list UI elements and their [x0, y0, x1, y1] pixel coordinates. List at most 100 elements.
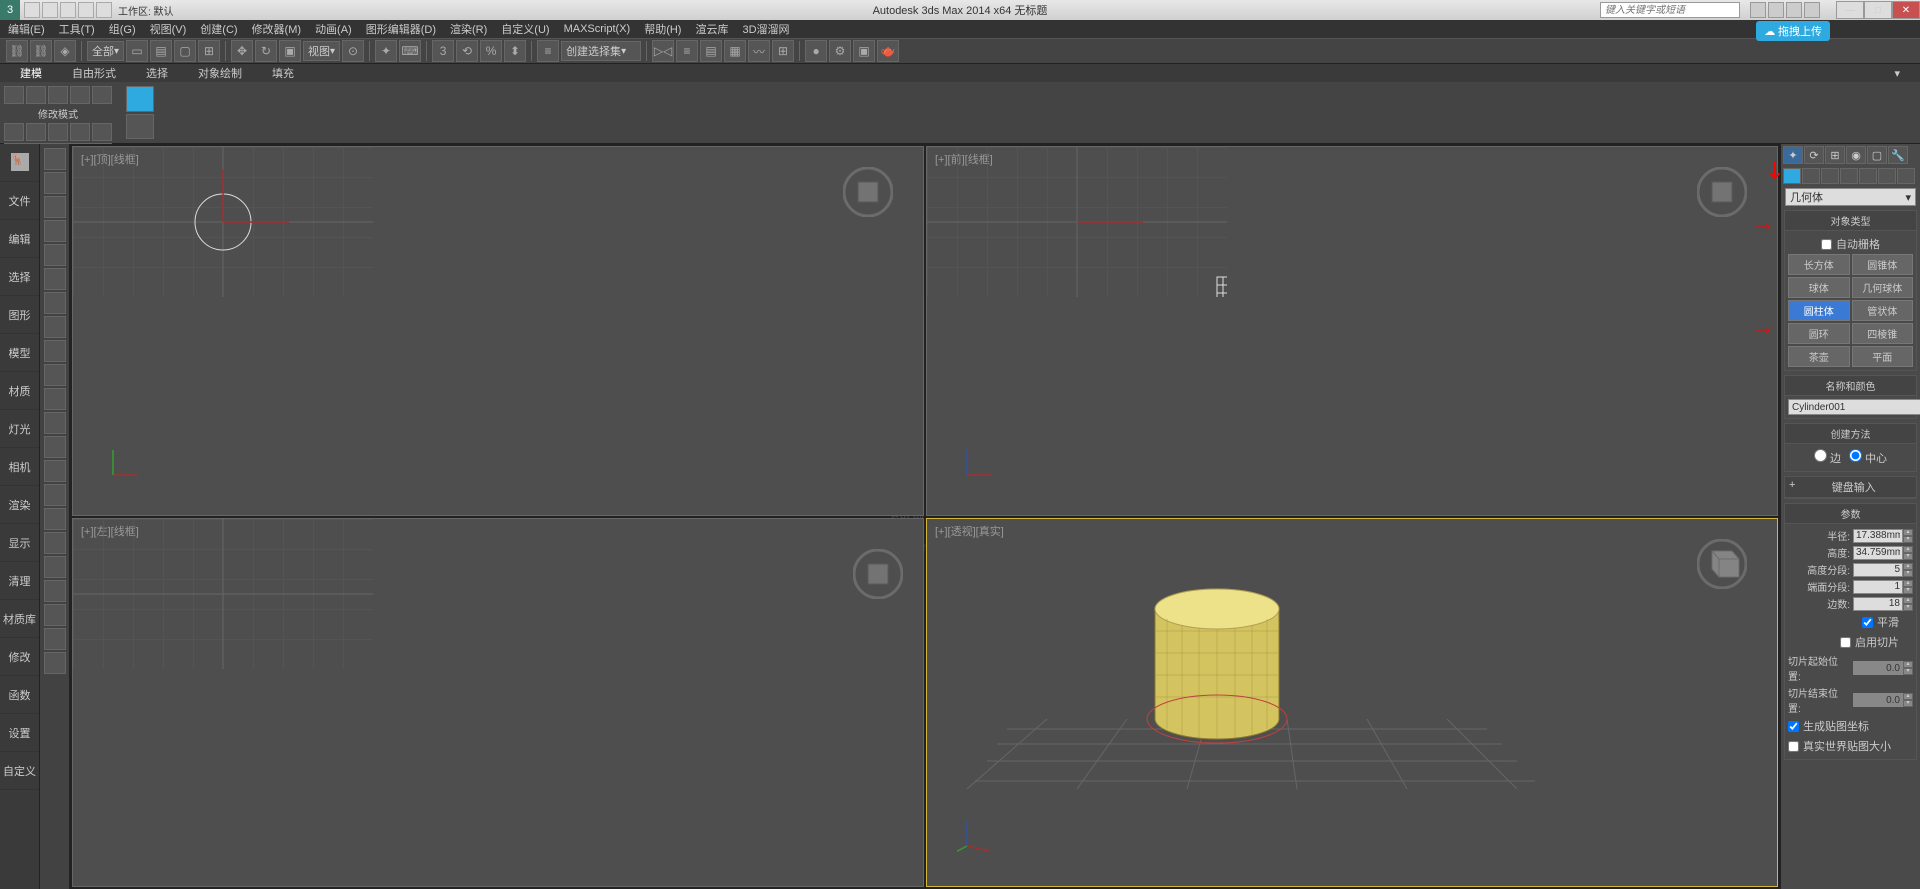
auto-grid-checkbox[interactable]	[1821, 239, 1832, 250]
edge-radio[interactable]: 边	[1814, 449, 1841, 466]
viewport-perspective[interactable]: [+][透视][真实]	[926, 518, 1778, 888]
lp2-earth-icon[interactable]	[44, 604, 66, 626]
lp1-edit[interactable]: 编辑	[0, 220, 39, 258]
qat-new-icon[interactable]	[24, 2, 40, 18]
object-name-input[interactable]	[1788, 399, 1920, 415]
poly-sub3-icon[interactable]	[48, 123, 68, 141]
percent-snap-icon[interactable]: %	[480, 40, 502, 62]
lp1-select[interactable]: 选择	[0, 258, 39, 296]
lp2-disk-icon[interactable]	[44, 388, 66, 410]
curve-editor-icon[interactable]: 〰	[748, 40, 770, 62]
select-icon[interactable]: ▭	[126, 40, 148, 62]
plane-button[interactable]: 平面	[1852, 346, 1914, 367]
scale-icon[interactable]: ▣	[279, 40, 301, 62]
window-crossing-icon[interactable]: ⊞	[198, 40, 220, 62]
poly-sub4-icon[interactable]	[70, 123, 90, 141]
snap-toggle-icon[interactable]: 3	[432, 40, 454, 62]
menu-modifiers[interactable]: 修改器(M)	[252, 21, 302, 37]
menu-animation[interactable]: 动画(A)	[315, 21, 352, 37]
sides-down-icon[interactable]: ▾	[1903, 604, 1913, 611]
viewcube-icon[interactable]	[1697, 539, 1747, 589]
radius-up-icon[interactable]: ▴	[1903, 529, 1913, 536]
viewport-top[interactable]: [+][顶][线框]	[72, 146, 924, 516]
render-setup-icon[interactable]: ⚙	[829, 40, 851, 62]
cseg-down-icon[interactable]: ▾	[1903, 587, 1913, 594]
lp1-file[interactable]: 文件	[0, 182, 39, 220]
menu-group[interactable]: 组(G)	[109, 21, 136, 37]
hierarchy-tab-icon[interactable]: ⊞	[1825, 146, 1845, 164]
lp2-light-icon[interactable]	[44, 268, 66, 290]
lp1-functions[interactable]: 函数	[0, 676, 39, 714]
rollout-parameters-header[interactable]: 参数	[1785, 504, 1916, 524]
select-region-icon[interactable]: ▢	[174, 40, 196, 62]
hseg-up-icon[interactable]: ▴	[1903, 563, 1913, 570]
lp2-grid-icon[interactable]	[44, 220, 66, 242]
graphite-toggle-icon[interactable]: ▦	[724, 40, 746, 62]
rendered-frame-icon[interactable]: ▣	[853, 40, 875, 62]
viewport-left[interactable]: [+][左][线框]	[72, 518, 924, 888]
ref-coord-dropdown[interactable]: 视图 ▾	[303, 41, 340, 61]
gen-uvs-checkbox[interactable]	[1788, 721, 1799, 732]
lp1-lights[interactable]: 灯光	[0, 410, 39, 448]
render-production-icon[interactable]: 🫖	[877, 40, 899, 62]
layers-icon[interactable]: ▤	[700, 40, 722, 62]
lp2-box-icon[interactable]	[44, 172, 66, 194]
menu-3d66[interactable]: 3D溜溜网	[742, 21, 789, 37]
mirror-icon[interactable]: ▷◁	[652, 40, 674, 62]
menu-maxscript[interactable]: MAXScript(X)	[564, 23, 631, 35]
menu-xuanyun[interactable]: 渲云库	[695, 21, 728, 37]
cone-button[interactable]: 圆锥体	[1852, 254, 1914, 275]
height-up-icon[interactable]: ▴	[1903, 546, 1913, 553]
systems-category-icon[interactable]	[1897, 168, 1915, 184]
sides-input[interactable]	[1853, 597, 1903, 611]
teapot-button[interactable]: 茶壶	[1788, 346, 1850, 367]
poly-sub2-icon[interactable]	[26, 123, 46, 141]
tube-button[interactable]: 管状体	[1852, 300, 1914, 321]
lp1-deer[interactable]: 🦌	[0, 144, 39, 182]
move-icon[interactable]: ✥	[231, 40, 253, 62]
rollout-name-color-header[interactable]: 名称和颜色	[1785, 376, 1916, 396]
cseg-up-icon[interactable]: ▴	[1903, 580, 1913, 587]
slice-on-checkbox[interactable]	[1840, 637, 1851, 648]
menu-graph-editors[interactable]: 图形编辑器(D)	[366, 21, 436, 37]
lp1-modify[interactable]: 修改	[0, 638, 39, 676]
lp2-camera-icon[interactable]	[44, 364, 66, 386]
smooth-checkbox[interactable]	[1862, 617, 1873, 628]
display-tab-icon[interactable]: ▢	[1867, 146, 1887, 164]
geometry-type-dropdown[interactable]: 几何体▾	[1785, 188, 1916, 206]
edit-named-sel-icon[interactable]: ≡	[537, 40, 559, 62]
lp1-custom[interactable]: 自定义	[0, 752, 39, 790]
qat-undo-icon[interactable]	[78, 2, 94, 18]
radius-input[interactable]	[1853, 529, 1903, 543]
lights-category-icon[interactable]	[1821, 168, 1839, 184]
material-editor-icon[interactable]: ●	[805, 40, 827, 62]
ribbon-tab-populate[interactable]: 填充	[272, 65, 294, 81]
schematic-view-icon[interactable]: ⊞	[772, 40, 794, 62]
link-icon[interactable]: ⛓	[6, 40, 28, 62]
poly-sub1-icon[interactable]	[4, 123, 24, 141]
torus-button[interactable]: 圆环	[1788, 323, 1850, 344]
lp2-hf-icon[interactable]	[44, 652, 66, 674]
height-down-icon[interactable]: ▾	[1903, 553, 1913, 560]
viewport-perspective-label[interactable]: [+][透视][真实]	[935, 523, 1004, 539]
center-radio[interactable]: 中心	[1849, 449, 1887, 466]
pivot-icon[interactable]: ⊙	[342, 40, 364, 62]
cameras-category-icon[interactable]	[1840, 168, 1858, 184]
named-selection-dropdown[interactable]: 创建选择集 ▾	[561, 41, 641, 61]
lp2-folder-icon[interactable]	[44, 412, 66, 434]
modify-tab-icon[interactable]: ⟳	[1804, 146, 1824, 164]
lp2-brush-icon[interactable]	[44, 460, 66, 482]
menu-customize[interactable]: 自定义(U)	[501, 21, 549, 37]
lp2-orange-icon[interactable]	[44, 316, 66, 338]
cap-segs-input[interactable]	[1853, 580, 1903, 594]
menu-views[interactable]: 视图(V)	[150, 21, 187, 37]
poly-edge-icon[interactable]	[26, 86, 46, 104]
viewcube-icon[interactable]	[843, 167, 893, 217]
lp2-grass-icon[interactable]	[44, 628, 66, 650]
qat-redo-icon[interactable]	[96, 2, 112, 18]
lp2-tree-icon[interactable]	[44, 484, 66, 506]
lp1-display[interactable]: 显示	[0, 524, 39, 562]
rollout-keyboard-entry-header[interactable]: +键盘输入	[1785, 477, 1916, 498]
lp2-moon-icon[interactable]	[44, 340, 66, 362]
close-button[interactable]: ✕	[1892, 1, 1920, 19]
